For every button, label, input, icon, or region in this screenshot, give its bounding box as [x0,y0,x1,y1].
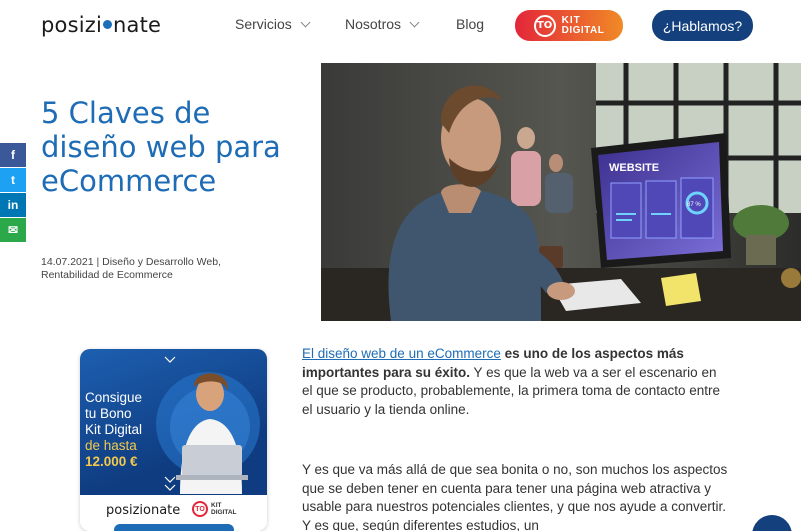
post-meta: 14.07.2021 | Diseño y Desarrollo Web, Re… [41,256,221,281]
share-facebook-button[interactable]: f [0,143,26,167]
hero-image: WEBSITE 87 % [321,63,801,321]
email-icon: ✉ [7,223,19,237]
promo-kit-logo: TO KIT DIGITAL [192,501,237,517]
promo-button[interactable] [114,524,234,531]
nav-blog[interactable]: Blog [456,16,484,32]
share-linkedin-button[interactable]: in [0,193,26,217]
nav-servicios[interactable]: Servicios [235,16,311,32]
nav-nosotros[interactable]: Nosotros [345,16,420,32]
article-paragraph-2: Y es que va más allá de que sea bonita o… [302,462,728,531]
share-twitter-button[interactable]: t [0,168,26,192]
promo-text: Consigue tu Bono Kit Digital de hasta 12… [85,390,143,469]
kit-digital-label: KIT DIGITAL [561,14,605,36]
article-paragraph-1: El diseño web de un eCommerce es uno de … [302,346,720,417]
kit-digital-icon: TO [533,14,556,37]
site-header: posizi nate Servicios Nosotros Blog TO KI… [0,0,801,56]
article-link[interactable]: El diseño web de un eCommerce [302,346,501,361]
hero-screen-label: WEBSITE [609,162,659,174]
share-email-button[interactable]: ✉ [0,218,26,242]
page-title: 5 Claves de diseño web para eCommerce [41,96,281,198]
promo-banner: Consigue tu Bono Kit Digital de hasta 12… [80,349,267,495]
chevron-down-icon [409,17,420,27]
hero-gauge-label: 87 % [687,202,701,208]
kit-digital-button[interactable]: TO KIT DIGITAL [515,10,623,41]
chat-button[interactable] [752,515,792,531]
kit-digital-promo-card[interactable]: Consigue tu Bono Kit Digital de hasta 12… [80,349,267,531]
promo-logo: posizionate [106,503,181,518]
hablamos-button[interactable]: ¿Hablamos? [652,10,753,41]
linkedin-icon: in [7,198,19,212]
kit-digital-icon: TO [192,501,208,517]
twitter-icon: t [11,173,15,187]
facebook-icon: f [11,148,15,162]
site-logo[interactable]: posizi nate [41,13,161,37]
logo-dot [103,19,113,29]
chevron-down-icon [300,17,311,27]
